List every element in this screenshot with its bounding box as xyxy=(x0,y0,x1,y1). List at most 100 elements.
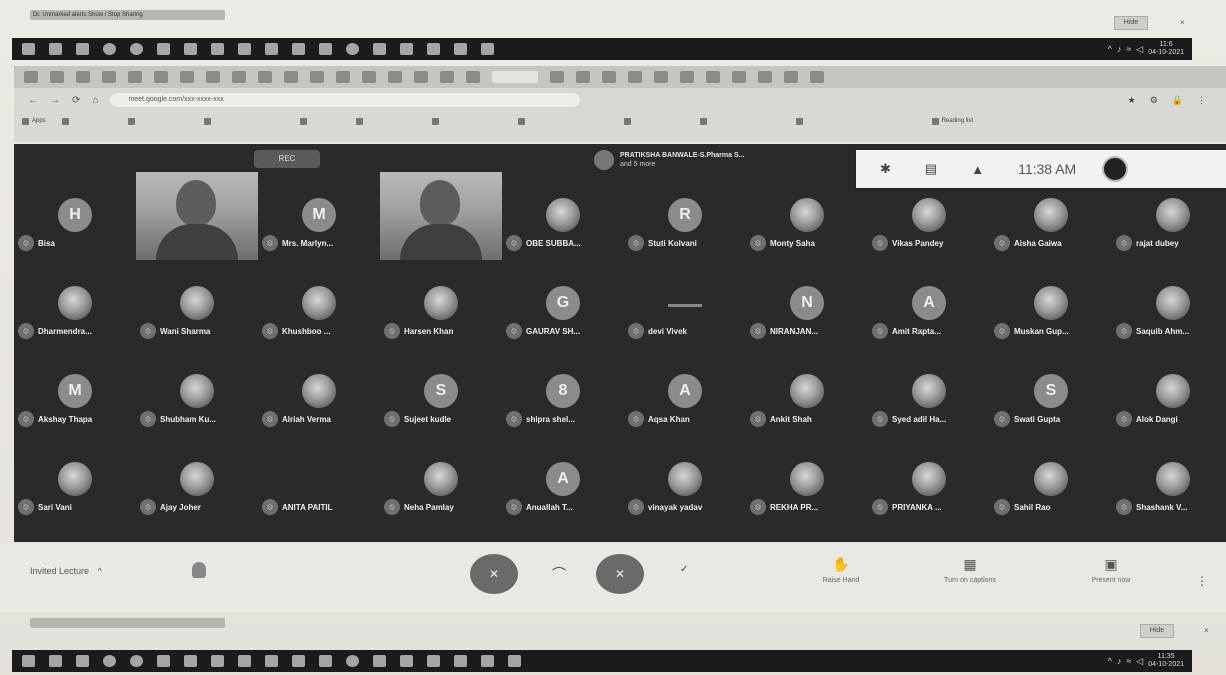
browser-tab[interactable] xyxy=(784,71,798,83)
windows-start-icon[interactable] xyxy=(22,655,35,667)
participant-tile[interactable]: 8 ⦸ shipra shel... xyxy=(502,348,624,436)
taskbar-app-icon[interactable] xyxy=(184,655,197,667)
settings-icon[interactable]: ⚙ xyxy=(1150,95,1158,106)
browser-tab[interactable] xyxy=(50,71,64,83)
back-icon[interactable]: ← xyxy=(28,95,38,106)
chevron-up-icon[interactable]: ^ xyxy=(1108,656,1112,666)
browser-tab[interactable] xyxy=(388,71,402,83)
participant-tile[interactable]: ⦸ Alriah Verma xyxy=(258,348,380,436)
raise-hand-button[interactable]: ✋ Raise Hand xyxy=(796,556,886,584)
browser-tab[interactable] xyxy=(414,71,428,83)
activities-icon[interactable]: ▲ xyxy=(971,162,984,177)
browser-tab[interactable] xyxy=(628,71,642,83)
bookmark-item[interactable] xyxy=(356,118,416,125)
participant-tile[interactable]: S ⦸ Sujeet kudle xyxy=(380,348,502,436)
browser-tab[interactable] xyxy=(810,71,824,83)
camera-off-button[interactable]: ✕ xyxy=(596,554,644,594)
participant-tile[interactable]: A ⦸ Amit Rapta... xyxy=(868,260,990,348)
network-icon[interactable]: ≈ xyxy=(1126,44,1131,54)
participant-tile[interactable]: ⦸ OBE SUBBA... xyxy=(502,172,624,260)
participant-tile[interactable]: ⦸ Dharmendra... xyxy=(14,260,136,348)
browser-tab[interactable] xyxy=(654,71,668,83)
chevron-up-icon[interactable]: ^ xyxy=(1108,44,1112,54)
browser-tab[interactable] xyxy=(466,71,480,83)
participant-tile[interactable]: ⦸ Ankit Shah xyxy=(746,348,868,436)
participant-tile[interactable]: ⦸ PRIYANKA ... xyxy=(868,436,990,524)
taskbar-app-icon[interactable] xyxy=(211,655,224,667)
taskbar-app-icon[interactable] xyxy=(103,655,116,667)
participant-tile[interactable]: ⦸ Muskan Gup... xyxy=(990,260,1112,348)
taskbar-app-icon[interactable] xyxy=(184,43,197,55)
participant-tile[interactable]: ⦸ devi Vivek xyxy=(624,260,746,348)
taskbar-app-icon[interactable] xyxy=(427,655,440,667)
lock-icon[interactable]: 🔒 xyxy=(1172,95,1183,106)
mic-tray-icon[interactable]: ♪ xyxy=(1117,44,1122,54)
browser-tab[interactable] xyxy=(102,71,116,83)
browser-tab[interactable] xyxy=(24,71,38,83)
browser-tab[interactable] xyxy=(206,71,220,83)
browser-tab[interactable] xyxy=(154,71,168,83)
bookmark-item[interactable] xyxy=(204,118,284,125)
participant-tile[interactable]: ⦸ Sari Vani xyxy=(14,436,136,524)
taskbar-app-icon[interactable] xyxy=(319,43,332,55)
bookmark-item[interactable] xyxy=(624,118,684,125)
taskbar-app-icon[interactable] xyxy=(292,43,305,55)
taskbar-app-icon[interactable] xyxy=(373,655,386,667)
notice-hide-button[interactable]: Hide xyxy=(1140,624,1174,638)
bookmark-item[interactable] xyxy=(432,118,502,125)
browser-tab[interactable] xyxy=(336,71,350,83)
browser-tab[interactable] xyxy=(680,71,694,83)
captions-button[interactable]: ▦ Turn on captions xyxy=(925,556,1015,584)
pencil-icon[interactable]: ✓ xyxy=(680,564,688,575)
participant-tile[interactable]: ⦸ vinayak yadav xyxy=(624,436,746,524)
participant-tile[interactable]: ⦸ Ajay Joher xyxy=(136,436,258,524)
reload-icon[interactable]: ⟳ xyxy=(72,95,80,106)
bookmark-item[interactable] xyxy=(700,118,780,125)
user-avatar[interactable] xyxy=(1102,156,1129,182)
participant-tile[interactable]: ⦸ Neha Pamlay xyxy=(380,436,502,524)
participant-tile[interactable]: ⦸ Monty Saha xyxy=(746,172,868,260)
bookmark-item[interactable] xyxy=(518,118,608,125)
participant-tile[interactable]: ⦸ Harsen Khan xyxy=(380,260,502,348)
taskbar-app-icon[interactable] xyxy=(400,655,413,667)
participant-tile[interactable]: ⦸ REKHA PR... xyxy=(746,436,868,524)
taskbar-clock[interactable]: 11:35 04-10-2021 xyxy=(1148,653,1184,669)
participant-tile[interactable]: ⦸ Khushboo ... xyxy=(258,260,380,348)
mic-off-button[interactable]: ✕ xyxy=(470,554,518,594)
participant-tile[interactable]: M ⦸ Akshay Thapa xyxy=(14,348,136,436)
participant-tile[interactable]: ⦸ Shashank V... xyxy=(1112,436,1226,524)
taskbar-app-icon[interactable] xyxy=(238,43,251,55)
taskbar-app-icon[interactable] xyxy=(508,655,521,667)
bookmark-item[interactable] xyxy=(300,118,340,125)
more-options-icon[interactable]: ⋮ xyxy=(1196,574,1208,588)
taskbar-app-icon[interactable] xyxy=(211,43,224,55)
address-bar[interactable]: meet.google.com/xxx-xxxx-xxx xyxy=(110,93,581,107)
star-icon[interactable]: ★ xyxy=(1128,95,1136,106)
participant-tile[interactable]: R ⦸ Stuti Kolvani xyxy=(624,172,746,260)
participant-tile[interactable]: ⦸ Shubham Ku... xyxy=(136,348,258,436)
close-icon[interactable]: × xyxy=(1204,626,1209,635)
browser-tab[interactable] xyxy=(258,71,272,83)
participant-tile[interactable]: S ⦸ Swati Gupta xyxy=(990,348,1112,436)
end-call-icon[interactable]: ⌒ xyxy=(552,564,566,584)
taskbar-app-icon[interactable] xyxy=(157,655,170,667)
taskbar-app-icon[interactable] xyxy=(103,43,116,55)
participant-tile[interactable]: H ⦸ Bisa xyxy=(14,172,136,260)
close-icon[interactable]: × xyxy=(1180,18,1185,27)
taskbar-app-icon[interactable] xyxy=(49,43,62,55)
browser-tab[interactable] xyxy=(550,71,564,83)
home-icon[interactable]: ⌂ xyxy=(92,95,98,106)
windows-start-icon[interactable] xyxy=(22,43,35,55)
participant-tile[interactable]: G ⦸ GAURAV SH... xyxy=(502,260,624,348)
taskbar-app-icon[interactable] xyxy=(373,43,386,55)
taskbar-app-icon[interactable] xyxy=(481,43,494,55)
taskbar-app-icon[interactable] xyxy=(319,655,332,667)
participant-tile[interactable]: ⦸ Alok Dangi xyxy=(1112,348,1226,436)
meeting-title[interactable]: Invited Lecture ^ xyxy=(30,566,102,576)
shield-icon[interactable] xyxy=(192,562,206,578)
participant-tile[interactable]: N ⦸ NIRANJAN... xyxy=(746,260,868,348)
menu-icon[interactable]: ⋮ xyxy=(1197,95,1206,106)
browser-tab[interactable] xyxy=(576,71,590,83)
taskbar-app-icon[interactable] xyxy=(346,655,359,667)
taskbar-app-icon[interactable] xyxy=(76,655,89,667)
